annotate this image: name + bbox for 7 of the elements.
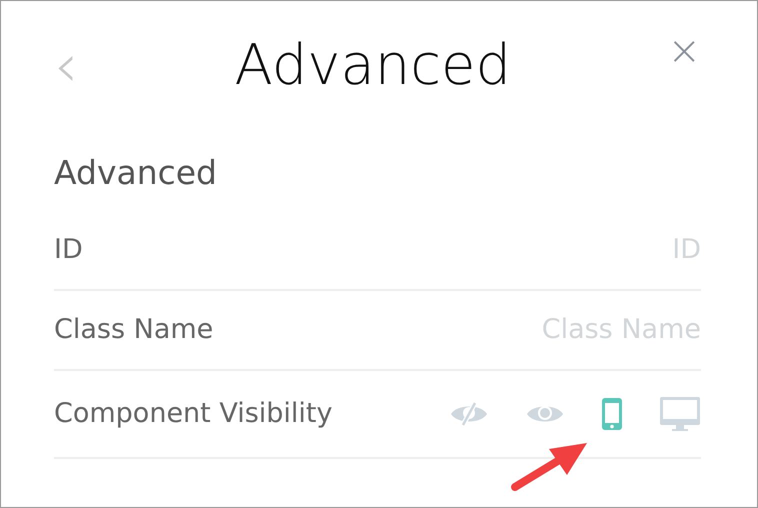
section-title: Advanced xyxy=(54,152,218,194)
field-label: Component Visibility xyxy=(54,396,332,431)
back-button[interactable]: ‹ xyxy=(54,36,78,96)
field-label: ID xyxy=(54,232,83,267)
panel-title: Advanced xyxy=(234,32,512,100)
field-label: Class Name xyxy=(54,312,214,347)
close-button[interactable]: × xyxy=(667,31,701,71)
